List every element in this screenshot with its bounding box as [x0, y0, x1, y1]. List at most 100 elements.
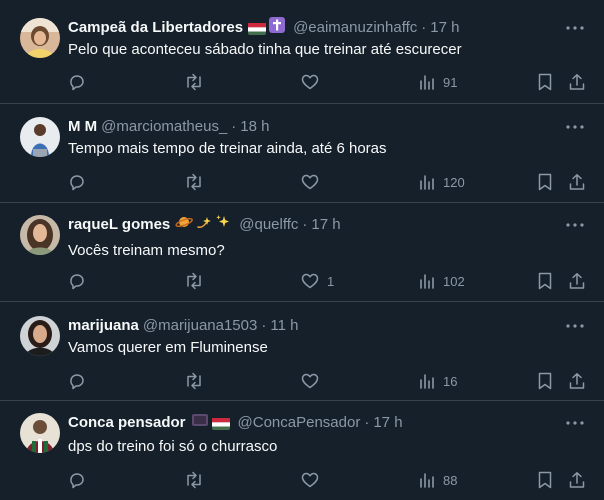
like-button[interactable] [301, 172, 327, 192]
reply-icon [70, 175, 84, 191]
like-button[interactable] [301, 72, 327, 92]
user-handle[interactable]: @eaimanuzinhaffc [293, 18, 417, 38]
avatar[interactable] [20, 215, 60, 255]
view-count: 102 [443, 273, 465, 289]
tweet-header: Campeã da Libertadores @eaimanuzinhaffc … [68, 17, 459, 39]
action-bar: 1 102 [0, 271, 604, 291]
display-name[interactable]: Campeã da Libertadores [68, 18, 243, 38]
views-button[interactable]: 91 [419, 72, 457, 92]
like-count: 1 [327, 273, 335, 289]
action-bar: 88 [0, 470, 604, 490]
avatar[interactable] [20, 18, 60, 58]
display-name[interactable]: marijuana [68, 316, 139, 336]
tweet[interactable]: Campeã da Libertadores @eaimanuzinhaffc … [0, 0, 604, 104]
share-icon [569, 273, 585, 289]
avatar[interactable] [20, 413, 60, 453]
view-count: 88 [443, 472, 458, 488]
timestamp[interactable]: 17 h [311, 215, 340, 235]
hungary-flag-icon [248, 22, 267, 35]
more-options-icon[interactable] [564, 215, 586, 235]
retweet-icon [187, 272, 201, 290]
user-handle[interactable]: @quelffc [239, 215, 298, 235]
separator-dot: · [231, 118, 237, 135]
views-button[interactable]: 120 [419, 172, 465, 192]
tweet-feed: Campeã da Libertadores @eaimanuzinhaffc … [0, 0, 604, 500]
hungary-flag-icon [211, 417, 230, 430]
tweet-header: raqueL gomes @quelffc · 17 h [68, 215, 341, 235]
reply-button[interactable] [68, 72, 86, 92]
user-handle[interactable]: @marijuana1503 [143, 316, 257, 336]
bookmark-button[interactable] [537, 271, 553, 291]
more-options-icon[interactable] [564, 117, 586, 137]
views-button[interactable]: 88 [419, 470, 457, 490]
user-handle[interactable]: @ConcaPensador [238, 413, 361, 433]
views-chart-icon [420, 75, 434, 90]
like-button[interactable]: 1 [301, 271, 334, 291]
saturn-icon [175, 214, 194, 236]
share-button[interactable] [568, 72, 586, 92]
more-options-icon[interactable] [564, 18, 586, 38]
views-chart-icon [420, 175, 434, 190]
reply-icon [70, 274, 84, 290]
name-badges [248, 17, 286, 39]
share-button[interactable] [568, 470, 586, 490]
display-name[interactable]: Conca pensador [68, 413, 186, 433]
display-name[interactable]: raqueL gomes [68, 215, 170, 235]
timestamp[interactable]: 17 h [430, 18, 459, 38]
tweet[interactable]: M M @marciomatheus_ · 18 h Tempo mais te… [0, 104, 604, 203]
retweet-button[interactable] [184, 470, 204, 490]
more-options-icon[interactable] [564, 316, 586, 336]
reply-button[interactable] [68, 271, 86, 291]
tweet-text: Tempo mais tempo de treinar ainda, até 6… [68, 140, 387, 157]
separator-dot: · [421, 19, 427, 36]
timestamp[interactable]: 17 h [373, 413, 402, 433]
heart-icon [301, 273, 319, 289]
tweet[interactable]: marijuana @marijuana1503 · 11 h Vamos qu… [0, 302, 604, 401]
reply-button[interactable] [68, 172, 86, 192]
views-chart-icon [420, 374, 434, 389]
bookmark-icon [538, 471, 552, 489]
cross-icon [269, 17, 286, 39]
dizzy-icon [196, 214, 212, 236]
view-count: 91 [443, 74, 458, 90]
retweet-button[interactable] [184, 271, 204, 291]
tweet-header: M M @marciomatheus_ · 18 h [68, 117, 269, 137]
bookmark-button[interactable] [537, 371, 553, 391]
tweet[interactable]: Conca pensador @ConcaPensador · 17 h dps… [0, 401, 604, 500]
share-icon [569, 74, 585, 90]
bookmark-icon [538, 272, 552, 290]
avatar[interactable] [20, 117, 60, 157]
reply-button[interactable] [68, 371, 86, 391]
reply-button[interactable] [68, 470, 86, 490]
tweet-header: Conca pensador @ConcaPensador · 17 h [68, 413, 403, 433]
share-button[interactable] [568, 172, 586, 192]
share-icon [569, 472, 585, 488]
timestamp[interactable]: 18 h [240, 117, 269, 137]
retweet-button[interactable] [184, 371, 204, 391]
tweet-text: Vocês treinam mesmo? [68, 242, 225, 259]
bookmark-icon [538, 372, 552, 390]
retweet-button[interactable] [184, 72, 204, 92]
share-button[interactable] [568, 271, 586, 291]
like-button[interactable] [301, 470, 327, 490]
bookmark-button[interactable] [537, 172, 553, 192]
reply-icon [70, 374, 84, 390]
like-button[interactable] [301, 371, 327, 391]
name-badges [191, 412, 230, 434]
bookmark-button[interactable] [537, 72, 553, 92]
tweet[interactable]: raqueL gomes @quelffc · 17 h Vocês trein… [0, 203, 604, 302]
heart-icon [301, 373, 319, 389]
view-count: 120 [443, 174, 465, 190]
avatar[interactable] [20, 316, 60, 356]
name-badges [175, 214, 231, 236]
retweet-icon [187, 471, 201, 489]
more-options-icon[interactable] [564, 413, 586, 433]
display-name[interactable]: M M [68, 117, 97, 137]
retweet-button[interactable] [184, 172, 204, 192]
share-button[interactable] [568, 371, 586, 391]
timestamp[interactable]: 11 h [270, 316, 298, 336]
views-button[interactable]: 102 [419, 271, 465, 291]
user-handle[interactable]: @marciomatheus_ [101, 117, 227, 137]
bookmark-button[interactable] [537, 470, 553, 490]
views-button[interactable]: 16 [419, 371, 457, 391]
